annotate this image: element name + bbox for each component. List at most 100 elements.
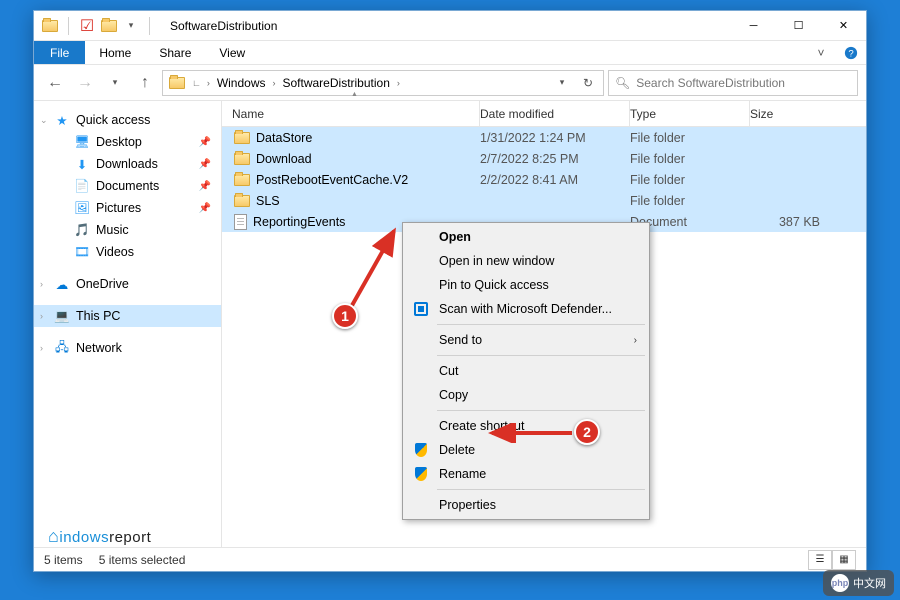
- list-item[interactable]: Download 2/7/2022 8:25 PMFile folder: [222, 148, 866, 169]
- column-size[interactable]: Size: [750, 107, 830, 121]
- sidebar-onedrive[interactable]: ›☁OneDrive: [34, 273, 221, 295]
- up-button[interactable]: ↑: [132, 70, 158, 96]
- navigation-bar: ← → ▾ ↑ ∟ › Windows › SoftwareDistributi…: [34, 65, 866, 101]
- context-rename[interactable]: Rename: [405, 462, 647, 486]
- column-date[interactable]: Date modified: [480, 101, 630, 126]
- defender-icon: [413, 301, 429, 317]
- file-type: File folder: [630, 131, 750, 145]
- chevron-right-icon[interactable]: ›: [204, 78, 213, 88]
- folder-icon: [234, 132, 250, 144]
- address-bar[interactable]: ∟ › Windows › SoftwareDistribution › ▾ ↻: [162, 70, 604, 96]
- details-view-icon[interactable]: ☰: [808, 550, 832, 570]
- sidebar-item-videos[interactable]: 🎞Videos: [34, 241, 221, 263]
- sidebar-item-desktop[interactable]: 🖥Desktop📌: [34, 131, 221, 153]
- minimize-button[interactable]: ─: [731, 11, 776, 41]
- sidebar-quick-access[interactable]: ⌄ ★ Quick access: [34, 109, 221, 131]
- chevron-right-icon[interactable]: ›: [270, 78, 279, 88]
- back-button[interactable]: ←: [42, 70, 68, 96]
- column-type[interactable]: Type: [630, 101, 750, 126]
- chevron-right-icon[interactable]: ∟: [189, 78, 204, 88]
- ribbon-tabs: File Home Share View ˅ ?: [34, 41, 866, 65]
- chevron-right-icon[interactable]: ›: [394, 78, 403, 88]
- column-headers: Name Date modified Type Size: [222, 101, 866, 127]
- qat-properties-icon[interactable]: ☑: [79, 18, 95, 34]
- context-send-to[interactable]: Send to›: [405, 328, 647, 352]
- sidebar-item-music[interactable]: 🎵Music: [34, 219, 221, 241]
- address-folder-icon: [169, 77, 185, 89]
- context-pin-quick-access[interactable]: Pin to Quick access: [405, 273, 647, 297]
- sidebar-this-pc[interactable]: ›💻This PC: [34, 305, 221, 327]
- file-size: 387 KB: [750, 215, 830, 229]
- file-date: 1/31/2022 1:24 PM: [480, 131, 630, 145]
- context-properties[interactable]: Properties: [405, 493, 647, 517]
- annotation-badge-1: 1: [332, 303, 358, 329]
- shield-icon: [413, 466, 429, 482]
- chevron-down-icon[interactable]: ⌄: [40, 115, 48, 126]
- maximize-button[interactable]: ☐: [776, 11, 821, 41]
- context-open[interactable]: Open: [405, 225, 647, 249]
- file-date: 2/2/2022 8:41 AM: [480, 173, 630, 187]
- refresh-button[interactable]: ↻: [575, 70, 601, 96]
- list-item[interactable]: PostRebootEventCache.V22/2/2022 8:41 AMF…: [222, 169, 866, 190]
- tab-share[interactable]: Share: [145, 41, 205, 64]
- navigation-pane: ⌄ ★ Quick access 🖥Desktop📌 ⬇Downloads📌 📄…: [34, 101, 222, 547]
- forward-button[interactable]: →: [72, 70, 98, 96]
- file-date: 2/7/2022 8:25 PM: [480, 152, 630, 166]
- sidebar-item-documents[interactable]: 📄Documents📌: [34, 175, 221, 197]
- pin-icon: 📌: [199, 159, 211, 170]
- qat-newfolder-icon[interactable]: [101, 18, 117, 34]
- sidebar-item-pictures[interactable]: 🖼Pictures📌: [34, 197, 221, 219]
- annotation-badge-2: 2: [574, 419, 600, 445]
- sidebar-item-downloads[interactable]: ⬇Downloads📌: [34, 153, 221, 175]
- file-icon: [234, 214, 247, 230]
- chevron-right-icon: ›: [634, 335, 637, 346]
- search-input[interactable]: 🔍︎ Search SoftwareDistribution: [608, 70, 858, 96]
- thumbnails-view-icon[interactable]: ▦: [832, 550, 856, 570]
- search-icon: 🔍︎: [615, 76, 630, 90]
- context-defender-scan[interactable]: Scan with Microsoft Defender...: [405, 297, 647, 321]
- recent-dropdown-icon[interactable]: ▾: [102, 70, 128, 96]
- context-open-new-window[interactable]: Open in new window: [405, 249, 647, 273]
- close-button[interactable]: ✕: [821, 11, 866, 41]
- titlebar: ☑ ▾ SoftwareDistribution ─ ☐ ✕: [34, 11, 866, 41]
- pin-icon: 📌: [199, 181, 211, 192]
- video-icon: 🎞: [74, 244, 90, 260]
- list-item[interactable]: DataStore1/31/2022 1:24 PMFile folder: [222, 127, 866, 148]
- folder-icon: [234, 153, 250, 165]
- annotation-arrow-2: [482, 423, 582, 443]
- window-title: SoftwareDistribution: [162, 19, 277, 33]
- file-type: File folder: [630, 173, 750, 187]
- chevron-right-icon[interactable]: ›: [40, 343, 43, 353]
- breadcrumb-segment[interactable]: Windows: [213, 76, 270, 90]
- shield-icon: [413, 442, 429, 458]
- file-type: File folder: [630, 152, 750, 166]
- context-cut[interactable]: Cut: [405, 359, 647, 383]
- ribbon-expand-icon[interactable]: ˅: [806, 41, 836, 64]
- status-bar: 5 items 5 items selected ☰ ▦: [34, 547, 866, 571]
- pin-icon: 📌: [199, 203, 211, 214]
- sidebar-network[interactable]: ›🖧Network: [34, 337, 221, 359]
- qat-customize-icon[interactable]: ▾: [123, 18, 139, 34]
- context-copy[interactable]: Copy: [405, 383, 647, 407]
- music-icon: 🎵: [74, 222, 90, 238]
- file-name: Download: [256, 152, 312, 166]
- help-icon[interactable]: ?: [836, 41, 866, 64]
- status-item-count: 5 items: [44, 553, 83, 567]
- star-icon: ★: [54, 112, 70, 128]
- file-tab[interactable]: File: [34, 41, 85, 64]
- pin-icon: 📌: [199, 137, 211, 148]
- column-name[interactable]: Name: [230, 101, 480, 126]
- context-menu: Open Open in new window Pin to Quick acc…: [402, 222, 650, 520]
- address-dropdown-icon[interactable]: ▾: [549, 70, 575, 96]
- file-type: File folder: [630, 194, 750, 208]
- view-toggle[interactable]: ☰ ▦: [808, 550, 856, 570]
- tab-view[interactable]: View: [205, 41, 259, 64]
- chevron-right-icon[interactable]: ›: [40, 279, 43, 289]
- explorer-window: ☑ ▾ SoftwareDistribution ─ ☐ ✕ File Home…: [33, 10, 867, 572]
- status-selected-count: 5 items selected: [99, 553, 186, 567]
- breadcrumb-segment[interactable]: SoftwareDistribution: [279, 76, 394, 90]
- tab-home[interactable]: Home: [85, 41, 145, 64]
- search-placeholder: Search SoftwareDistribution: [636, 76, 785, 90]
- list-item[interactable]: SLSFile folder: [222, 190, 866, 211]
- chevron-right-icon[interactable]: ›: [40, 311, 43, 321]
